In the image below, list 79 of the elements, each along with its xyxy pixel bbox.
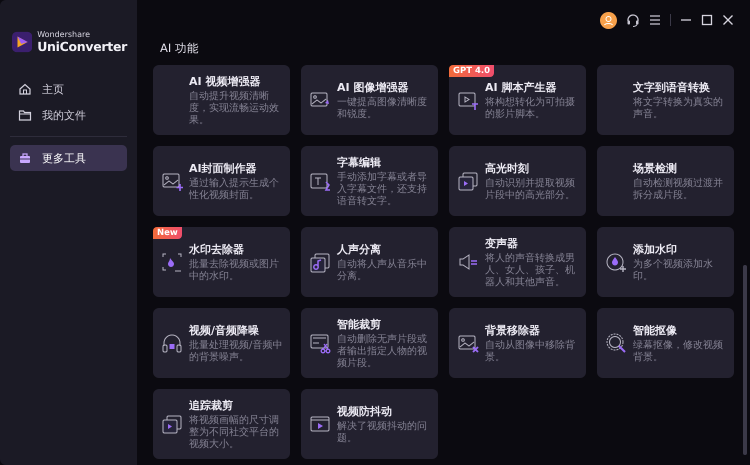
tool-description: 为多个视频添加水印。: [633, 258, 714, 282]
tool-card[interactable]: 智能抠像 绿幕抠像，修改视频背景。: [597, 308, 734, 378]
avatar-icon[interactable]: [600, 12, 617, 28]
tool-card[interactable]: AI 图像增强器 一键提高图像清晰度和锐度。: [301, 65, 438, 135]
tool-card[interactable]: 追踪裁剪 将视频画幅的尺寸调整为不同社交平台的视频大小。: [153, 389, 290, 459]
tool-title: 水印去除器: [189, 242, 245, 256]
headset-icon[interactable]: [626, 13, 640, 27]
tool-description: 通过输入提示生成个性化视频封面。: [189, 178, 280, 202]
tool-card[interactable]: 智能裁剪 自动删除无声片段或者输出指定人物的视频片段。: [301, 308, 438, 378]
maximize-icon[interactable]: [701, 14, 713, 26]
speaker-icon: [457, 251, 479, 273]
tool-card[interactable]: 变声器 将人的声音转换成男人、女人、孩子、机器人和其他声音。: [449, 227, 586, 297]
folder-icon: [18, 108, 32, 122]
tool-card[interactable]: 场景检测 自动检测视频过渡并拆分成片段。: [597, 146, 734, 216]
menu-icon[interactable]: [649, 14, 661, 26]
droplet-plus-icon: [605, 251, 627, 273]
badge: GPT 4.0: [449, 65, 494, 77]
tool-card[interactable]: AI封面制作器 通过输入提示生成个性化视频封面。: [153, 146, 290, 216]
tool-card[interactable]: 视频防抖动 解决了视频抖动的问题。: [301, 389, 438, 459]
tool-title: AI 视频增强器: [189, 74, 262, 88]
tool-description: 自动删除无声片段或者输出指定人物的视频片段。: [337, 334, 428, 370]
tool-title: 智能抠像: [633, 322, 678, 338]
home-icon: [18, 82, 32, 96]
tool-title: 场景检测: [633, 160, 678, 176]
tool-description: 自动从图像中移除背景。: [485, 340, 576, 364]
tool-title: 视频防抖动: [337, 404, 393, 418]
brand-subtitle: Wondershare: [37, 30, 92, 39]
tool-description: 解决了视频抖动的问题。: [337, 420, 428, 444]
magnifier-icon: [605, 332, 627, 354]
brand-name: UniConverter: [37, 39, 127, 54]
tool-card[interactable]: 视频/音频降噪 批量处理视频/音频中的背景噪声。: [153, 308, 290, 378]
headphones-icon: [161, 332, 183, 354]
tool-title: 高光时刻: [485, 160, 530, 176]
tool-description: 将文字转换为真实的声音。: [633, 96, 724, 120]
sidebar-item[interactable]: 我的文件: [10, 102, 127, 128]
tool-description: 一键提高图像清晰度和锐度。: [337, 96, 428, 120]
video-icon: [161, 413, 183, 435]
tool-title: 字幕编辑: [337, 154, 382, 170]
tool-title: 视频/音频降噪: [189, 322, 260, 338]
scissors-icon: [309, 332, 331, 354]
tool-title: 添加水印: [633, 242, 678, 256]
tool-title: 文字到语音转换: [633, 80, 711, 94]
music-note-icon: [309, 251, 331, 273]
tool-description: 自动将人声从音乐中分离。: [337, 258, 428, 282]
watermark-icon: [161, 251, 183, 273]
tool-description: 批量去除视频或图片中的水印。: [189, 258, 280, 282]
sidebar-item[interactable]: 更多工具: [10, 145, 127, 171]
tool-description: 将人的声音转换成男人、女人、孩子、机器人和其他声音。: [485, 252, 576, 288]
tool-card[interactable]: 字幕编辑 手动添加字幕或者导入字幕文件，还支持语音转文字。: [301, 146, 438, 216]
tool-title: 追踪裁剪: [189, 398, 234, 412]
tool-description: 自动提升视频清晰度，实现流畅运动效果。: [189, 90, 280, 126]
tool-description: 自动识别并提取视频片段中的高光部分。: [485, 178, 576, 202]
tool-title: 背景移除器: [485, 322, 541, 338]
tool-card[interactable]: 背景移除器 自动从图像中移除背景。: [449, 308, 586, 378]
tool-description: 将构想转化为可拍摄的影片脚本。: [485, 96, 576, 120]
video-icon: [457, 170, 479, 192]
tool-title: AI 脚本产生器: [485, 80, 558, 94]
tool-title: 智能裁剪: [337, 316, 382, 332]
scrollbar[interactable]: [743, 265, 747, 455]
section-title: AI 功能: [160, 41, 200, 56]
app-logo-icon: [12, 31, 32, 53]
sidebar-item[interactable]: 主页: [10, 76, 127, 102]
tool-description: 自动检测视频过渡并拆分成片段。: [633, 178, 724, 202]
tool-description: 绿幕抠像，修改视频背景。: [633, 340, 724, 364]
tool-card[interactable]: 文字到语音转换 将文字转换为真实的声音。: [597, 65, 734, 135]
tool-card[interactable]: 高光时刻 自动识别并提取视频片段中的高光部分。: [449, 146, 586, 216]
toolbox-icon: [18, 151, 32, 165]
badge: New: [153, 227, 182, 239]
close-icon[interactable]: [722, 14, 734, 26]
tool-title: 变声器: [485, 236, 519, 250]
tool-description: 手动添加字幕或者导入字幕文件，还支持语音转文字。: [337, 172, 428, 208]
tool-title: 人声分离: [337, 242, 382, 256]
tool-description: 将视频画幅的尺寸调整为不同社交平台的视频大小。: [189, 414, 280, 450]
tool-card[interactable]: AI 视频增强器 自动提升视频清晰度，实现流畅运动效果。: [153, 65, 290, 135]
tool-description: 批量处理视频/音频中的背景噪声。: [189, 340, 284, 364]
tool-card[interactable]: 人声分离 自动将人声从音乐中分离。: [301, 227, 438, 297]
tool-title: AI封面制作器: [189, 160, 258, 176]
tool-title: AI 图像增强器: [337, 80, 410, 94]
tool-card[interactable]: 添加水印 为多个视频添加水印。: [597, 227, 734, 297]
